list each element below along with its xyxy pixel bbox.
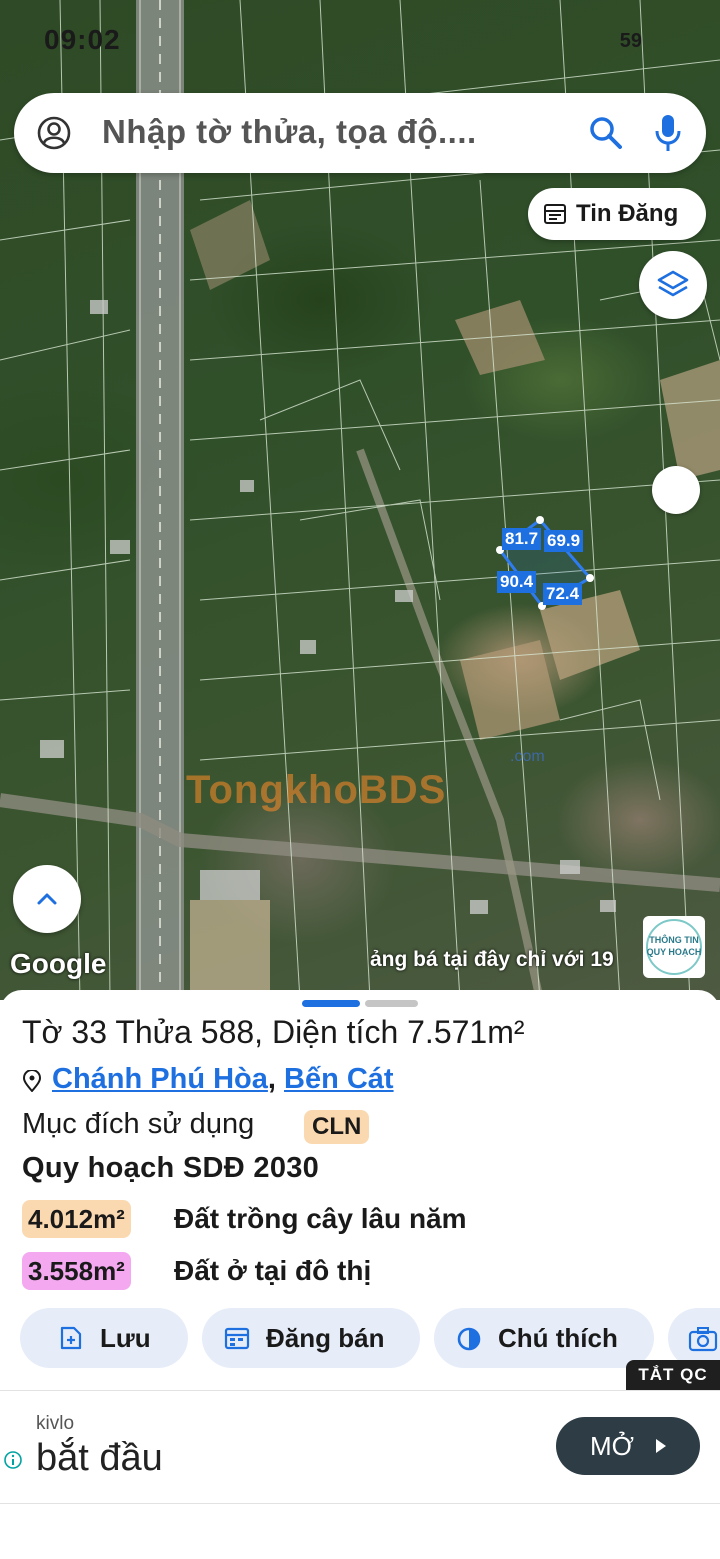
watermark-suffix: .com — [510, 748, 545, 765]
ad-open-label: MỞ — [590, 1431, 634, 1461]
search-bar[interactable]: Nhập tờ thửa, tọa độ.... — [14, 93, 706, 173]
ad-banner[interactable]: kivlo bắt đầu MỞ — [0, 1390, 720, 1504]
save-icon — [60, 1326, 82, 1350]
ad-open-button[interactable]: MỞ — [556, 1417, 700, 1475]
chu-thich-label: Chú thích — [498, 1323, 618, 1353]
badge-line2: QUY HOẠCH — [646, 947, 702, 957]
search-icon[interactable] — [588, 115, 624, 151]
ward-link[interactable]: Chánh Phú Hòa — [52, 1063, 268, 1095]
district-link[interactable]: Bến Cát — [284, 1063, 394, 1095]
parcel-location: Chánh Phú Hòa, Bến Cát — [52, 1063, 394, 1096]
listing-icon — [544, 204, 566, 224]
parcel-info-sheet: Tờ 33 Thửa 588, Diện tích 7.571m² Chánh … — [0, 990, 720, 1390]
expand-button[interactable] — [13, 865, 81, 933]
map-drag-handle[interactable] — [652, 466, 700, 514]
parcel-title: Tờ 33 Thửa 588, Diện tích 7.571m² — [22, 1014, 525, 1050]
ad-ticker-text[interactable]: ảng bá tại đây chỉ với 19 — [370, 948, 614, 972]
layers-button[interactable] — [639, 251, 707, 319]
search-input[interactable]: Nhập tờ thửa, tọa độ.... — [102, 113, 477, 151]
status-time: 09:02 — [44, 24, 121, 55]
plot-edge-label: 90.4 — [497, 571, 537, 593]
contrast-icon — [457, 1327, 481, 1351]
satellite-map[interactable]: 09:02 59 81.7 69.9 90.4 72.4 TongkhoBDS … — [0, 0, 720, 1000]
zone-desc: Đất ở tại đô thị — [174, 1255, 372, 1286]
save-label: Lưu — [100, 1323, 151, 1353]
dang-ban-button[interactable]: Đăng bán — [202, 1308, 420, 1368]
dang-ban-label: Đăng bán — [266, 1323, 385, 1353]
google-logo: Google — [10, 948, 107, 979]
sheet-handle-active[interactable] — [302, 1000, 360, 1007]
location-separator: , — [267, 1063, 285, 1095]
mic-icon[interactable] — [654, 113, 682, 153]
chevron-up-icon — [37, 893, 57, 905]
battery-level: 59 — [619, 30, 642, 52]
play-arrow-icon — [656, 1439, 666, 1453]
save-button[interactable]: Lưu — [20, 1308, 188, 1368]
quy-hoach-badge[interactable]: THÔNG TIN QUY HOẠCH — [643, 916, 705, 978]
tin-dang-label: Tin Đăng — [576, 200, 679, 227]
purpose-code-badge: CLN — [304, 1110, 370, 1144]
ad-headline: bắt đầu — [36, 1437, 163, 1479]
purpose-label: Mục đích sử dụng — [22, 1108, 255, 1140]
photo-button[interactable] — [668, 1308, 720, 1368]
layers-icon — [657, 270, 689, 297]
badge-line1: THÔNG TIN — [649, 935, 699, 945]
plot-edge-label: 81.7 — [502, 528, 542, 550]
watermark: TongkhoBDS — [186, 768, 447, 812]
info-icon[interactable] — [4, 1451, 22, 1469]
zone-area: 4.012m² — [22, 1200, 131, 1238]
ad-source: kivlo — [36, 1413, 75, 1434]
person-icon[interactable] — [36, 115, 72, 151]
tin-dang-button[interactable]: Tin Đăng — [528, 188, 706, 240]
camera-icon — [688, 1327, 718, 1352]
zone-area: 3.558m² — [22, 1252, 131, 1290]
plot-edge-label: 69.9 — [544, 530, 584, 552]
calendar-icon — [224, 1327, 250, 1350]
location-pin-icon — [22, 1070, 42, 1092]
sheet-handle-inactive[interactable] — [365, 1000, 418, 1007]
chu-thich-button[interactable]: Chú thích — [434, 1308, 654, 1368]
zone-desc: Đất trồng cây lâu năm — [174, 1203, 467, 1234]
hide-ads-button[interactable]: TẮT QC — [626, 1360, 720, 1390]
action-bar: Lưu Đăng bán Chú thích — [20, 1308, 720, 1368]
plot-edge-label: 72.4 — [543, 583, 583, 605]
plan-label: Quy hoạch SDĐ 2030 — [22, 1152, 320, 1184]
